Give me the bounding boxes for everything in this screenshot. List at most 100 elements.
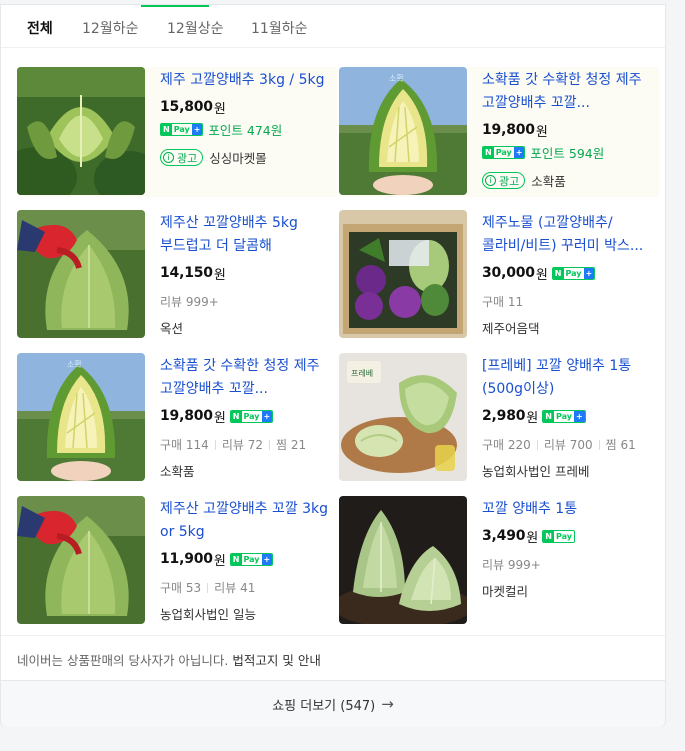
product-price: 19,800 <box>160 408 213 424</box>
point-label: 포인트 474원 <box>208 123 283 138</box>
svg-text:소확: 소확 <box>389 73 404 83</box>
shopping-card: 전체 12월하순 12월상순 11월하순 제주 고깔양배추 3kg / 5kg … <box>0 4 666 727</box>
product-title[interactable]: 제주산 고깔양배추 꼬깔 3kg or 5kg <box>160 498 332 544</box>
tab-indicator <box>141 5 209 7</box>
vegetable-box-icon <box>339 210 467 338</box>
product-image[interactable] <box>339 496 467 624</box>
seller-name[interactable]: 농업회사법인 프레베 <box>482 461 589 480</box>
period-tabs: 전체 12월하순 12월상순 11월하순 <box>1 5 665 48</box>
wish-count: 찜 61 <box>605 438 636 452</box>
npay-plus-badge: N Pay + <box>229 552 274 566</box>
seller-name[interactable]: 농업회사법인 일능 <box>160 604 256 623</box>
svg-text:프레베: 프레베 <box>351 369 373 378</box>
product-title[interactable]: 제주산 꼬깔양배추 5kg 부드럽고 더 달콤해 <box>160 212 332 258</box>
product-card: 소확 소확품 갓 수확한 청정 제주 고깔양배추 꼬깔... 19,800 원 N… <box>17 353 337 483</box>
seller-name[interactable]: 제주어음댁 <box>482 318 540 337</box>
review-count: 리뷰 41 <box>214 581 256 595</box>
tab-december-late[interactable]: 12월하순 <box>82 18 138 38</box>
divider <box>268 439 270 450</box>
product-title[interactable]: 제주노물 (고깔양배추/콜라비/비트) 꾸러미 박스... <box>482 212 654 258</box>
currency-label: 원 <box>526 410 539 426</box>
disclaimer-text: 네이버는 상품판매의 당사자가 아닙니다. <box>17 653 233 668</box>
purchase-count: 구매 11 <box>482 295 524 309</box>
purchase-count: 구매 220 <box>482 438 531 452</box>
divider <box>598 439 600 450</box>
product-title[interactable]: 제주 고깔양배추 3kg / 5kg <box>160 69 332 92</box>
tab-november-late[interactable]: 11월하순 <box>251 18 307 38</box>
currency-label: 원 <box>213 553 226 569</box>
product-price: 15,800 <box>160 99 213 115</box>
seller-name[interactable]: 싱싱마켓몰 <box>209 148 267 167</box>
divider <box>536 439 538 450</box>
tab-december-early[interactable]: 12월상순 <box>167 18 223 38</box>
divider <box>207 582 209 593</box>
product-image[interactable] <box>339 210 467 338</box>
product-image[interactable]: 소확 <box>339 67 467 195</box>
product-title[interactable]: 소확품 갓 수확한 청정 제주 고깔양배추 꼬깔... <box>160 355 332 401</box>
arrow-right-icon: → <box>381 695 394 713</box>
product-image[interactable] <box>17 496 145 624</box>
product-image[interactable] <box>17 210 145 338</box>
seller-name[interactable]: 소확품 <box>160 461 195 480</box>
ad-badge[interactable]: i 광고 <box>160 149 204 166</box>
product-title[interactable]: [프레베] 꼬깔 양배추 1통(500g이상) <box>482 355 654 401</box>
product-card: 프레베 [프레베] 꼬깔 양배추 1통(500g이상) 2,980 원 N Pay +… <box>339 353 659 483</box>
wish-count: 찜 21 <box>275 438 307 452</box>
seller-name[interactable]: 소확품 <box>531 171 566 190</box>
info-icon: i <box>163 152 174 163</box>
cabbage-glove-icon <box>17 210 145 338</box>
product-card: 제주노물 (고깔양배추/콜라비/비트) 꾸러미 박스... 30,000 원 NP… <box>339 210 659 340</box>
npay-plus-badge: N Pay + <box>542 409 586 423</box>
disclaimer: 네이버는 상품판매의 당사자가 아닙니다. 법적고지 및 안내 <box>1 635 665 680</box>
svg-text:소확: 소확 <box>67 359 82 369</box>
currency-label: 원 <box>213 410 226 426</box>
cabbage-board-icon: 프레베 <box>339 353 467 481</box>
tab-all[interactable]: 전체 <box>27 18 53 38</box>
npay-badge: N Pay <box>542 529 575 543</box>
legal-notice-link[interactable]: 법적고지 및 안내 <box>232 653 320 668</box>
product-price: 3,490 <box>482 528 526 544</box>
product-card: 제주산 고깔양배추 꼬깔 3kg or 5kg 11,900 원 N Pay + 구매… <box>17 496 337 626</box>
product-card: 제주 고깔양배추 3kg / 5kg 15,800 원 N Pay + 포인트 474… <box>17 67 337 197</box>
npay-plus-badge: N Pay + <box>160 123 204 136</box>
review-count: 리뷰 999+ <box>160 295 219 309</box>
more-label: 쇼핑 더보기 (547) <box>272 698 376 714</box>
product-title[interactable]: 꼬깔 양배추 1통 <box>482 498 654 521</box>
ad-badge[interactable]: i 광고 <box>482 172 526 189</box>
info-icon: i <box>485 175 496 186</box>
product-price: 19,800 <box>482 122 535 138</box>
shopping-more-button[interactable]: 쇼핑 더보기 (547) → <box>1 680 665 727</box>
product-price: 2,980 <box>482 408 526 424</box>
currency-label: 원 <box>526 530 539 546</box>
product-image[interactable] <box>17 67 145 195</box>
point-label: 포인트 594원 <box>530 146 605 161</box>
currency-label: 원 <box>213 267 226 283</box>
currency-label: 원 <box>535 267 548 283</box>
cabbage-cut-icon: 소확 <box>17 353 145 481</box>
cabbage-field-icon <box>17 67 145 195</box>
review-count: 리뷰 72 <box>221 438 263 452</box>
product-price: 30,000 <box>482 265 535 281</box>
product-price: 14,150 <box>160 265 213 281</box>
purchase-count: 구매 53 <box>160 581 202 595</box>
currency-label: 원 <box>535 124 548 140</box>
npay-plus-badge: N Pay + <box>551 266 596 280</box>
product-card: 소확 소확품 갓 수확한 청정 제주 고깔양배추 꼬깔... 19,800 원 N… <box>339 67 659 197</box>
divider <box>214 439 216 450</box>
cabbage-glove-icon <box>17 496 145 624</box>
cabbage-cut-icon: 소확 <box>339 67 467 195</box>
product-image[interactable]: 소확 <box>17 353 145 481</box>
review-count: 리뷰 999+ <box>482 558 541 572</box>
product-title[interactable]: 소확품 갓 수확한 청정 제주 고깔양배추 꼬깔... <box>482 69 654 115</box>
review-count: 리뷰 700 <box>543 438 593 452</box>
product-image[interactable]: 프레베 <box>339 353 467 481</box>
seller-name[interactable]: 마켓컬리 <box>482 581 528 600</box>
product-card: 제주산 꼬깔양배추 5kg 부드럽고 더 달콤해 14,150 원 리뷰 999+… <box>17 210 337 340</box>
currency-label: 원 <box>213 101 226 117</box>
npay-plus-badge: N Pay + <box>229 409 274 423</box>
purchase-count: 구매 114 <box>160 438 209 452</box>
product-price: 11,900 <box>160 551 213 567</box>
npay-plus-badge: N Pay + <box>482 146 526 159</box>
seller-name[interactable]: 옥션 <box>160 318 183 337</box>
cabbage-dark-icon <box>339 496 467 624</box>
